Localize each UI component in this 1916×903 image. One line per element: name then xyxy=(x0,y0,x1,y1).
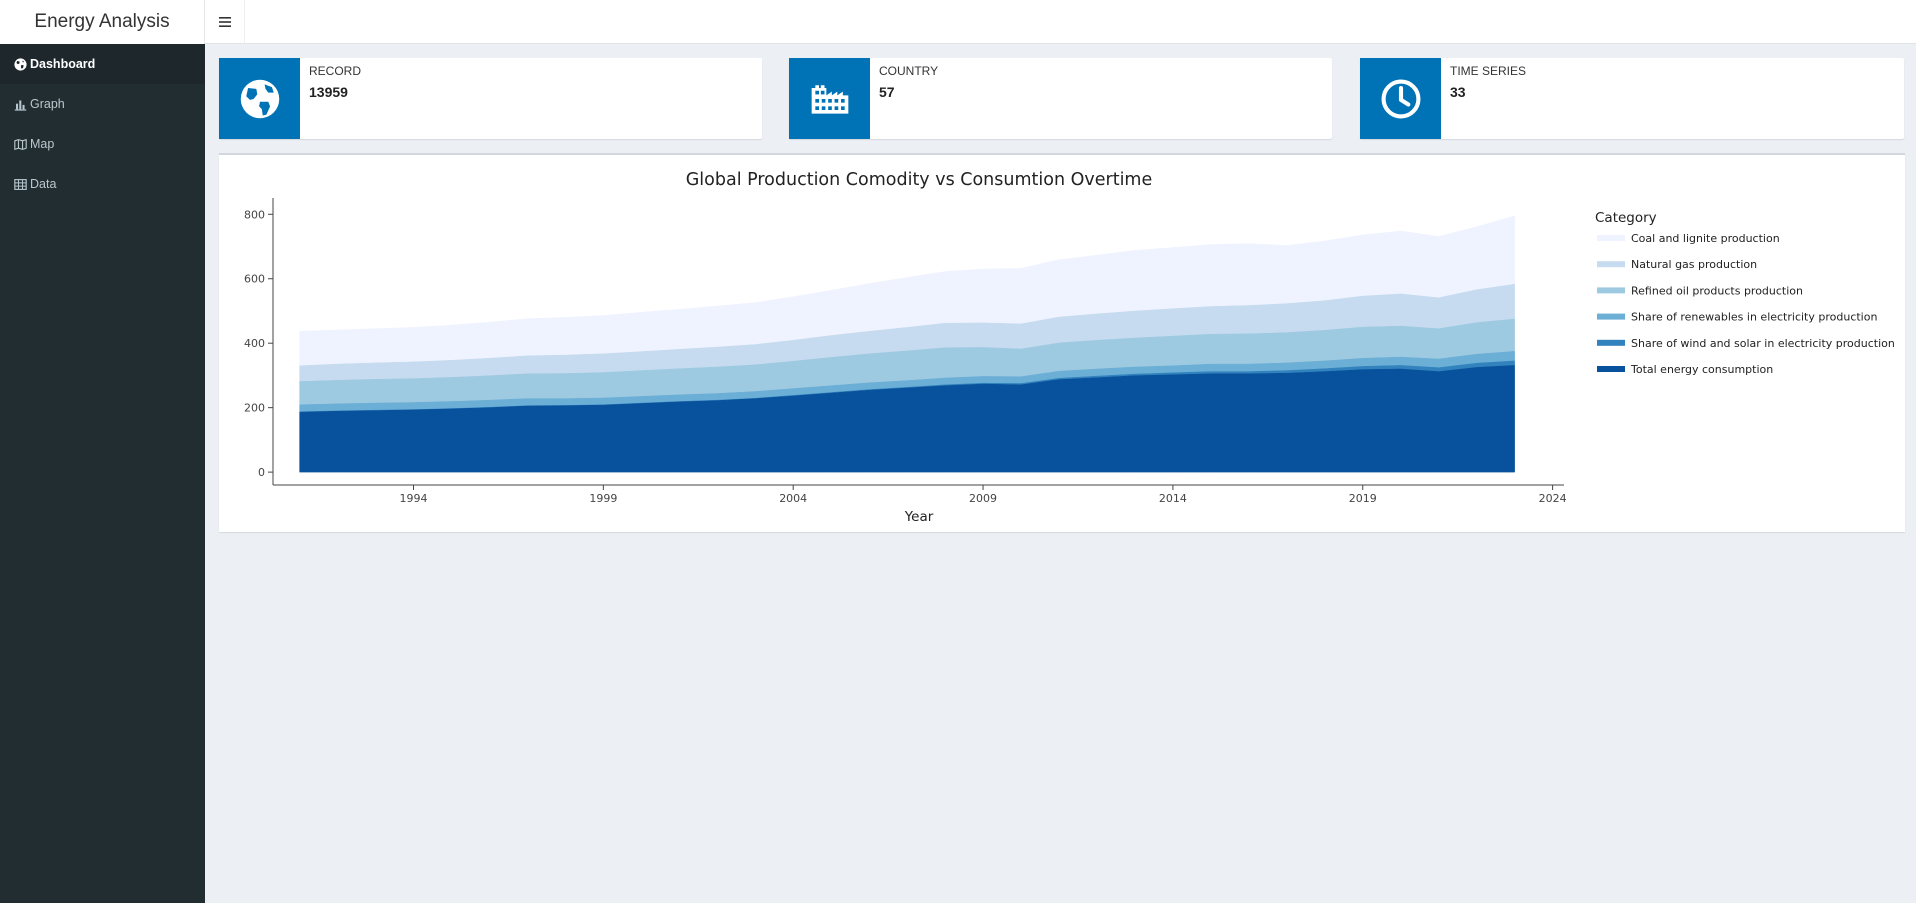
info-box-time-series: TIME SERIES 33 xyxy=(1360,58,1904,139)
legend-label: Refined oil products production xyxy=(1631,284,1803,297)
legend-title: Category xyxy=(1595,210,1657,226)
stacked-area-chart[interactable]: Global Production Comodity vs Consumtion… xyxy=(219,155,1905,532)
globe-icon xyxy=(14,57,27,71)
app-title[interactable]: Energy Analysis xyxy=(0,0,205,44)
legend-swatch xyxy=(1597,339,1625,346)
x-tick-label: 1994 xyxy=(399,492,427,505)
legend-swatch xyxy=(1597,261,1625,268)
legend-swatch xyxy=(1597,287,1625,294)
legend[interactable]: Category Coal and lignite production Natu… xyxy=(1595,210,1895,376)
legend-item[interactable]: Refined oil products production xyxy=(1597,284,1803,297)
legend-swatch xyxy=(1597,366,1625,372)
x-tick-label: 2009 xyxy=(969,492,997,505)
legend-item[interactable]: Total energy consumption xyxy=(1597,363,1773,376)
y-tick-label: 400 xyxy=(244,337,265,350)
industry-icon xyxy=(811,84,848,114)
legend-label: Share of wind and solar in electricity p… xyxy=(1631,337,1895,350)
legend-label: Coal and lignite production xyxy=(1631,232,1780,245)
legend-item[interactable]: Coal and lignite production xyxy=(1597,232,1780,245)
legend-label: Share of renewables in electricity produ… xyxy=(1631,311,1877,324)
x-tick-label: 2024 xyxy=(1539,492,1567,505)
x-tick-label: 2019 xyxy=(1349,492,1377,505)
sidebar-item-label: Dashboard xyxy=(30,57,96,71)
y-tick-label: 600 xyxy=(244,273,265,286)
sidebar-item-data[interactable]: Data xyxy=(0,164,205,204)
info-box-icon xyxy=(789,58,870,139)
sidebar-item-graph[interactable]: Graph xyxy=(0,84,205,124)
legend-item[interactable]: Share of wind and solar in electricity p… xyxy=(1597,337,1895,350)
sidebar: Dashboard Graph Map Data xyxy=(0,44,205,903)
y-tick-label: 800 xyxy=(244,208,265,221)
legend-label: Natural gas production xyxy=(1631,258,1757,271)
info-box-value: 33 xyxy=(1450,84,1466,100)
info-box-icon xyxy=(1360,58,1441,139)
info-box-country: COUNTRY 57 xyxy=(789,58,1332,139)
sidebar-item-map[interactable]: Map xyxy=(0,124,205,164)
sidebar-item-dashboard[interactable]: Dashboard xyxy=(0,44,205,84)
legend-item[interactable]: Natural gas production xyxy=(1597,258,1757,271)
x-tick-label: 2014 xyxy=(1159,492,1187,505)
plot-area xyxy=(299,215,1515,473)
legend-item[interactable]: Share of renewables in electricity produ… xyxy=(1597,311,1877,324)
sidebar-item-label: Graph xyxy=(30,97,65,111)
y-tick-label: 0 xyxy=(258,466,265,479)
chart-panel: Global Production Comodity vs Consumtion… xyxy=(219,153,1905,532)
x-tick-label: 2004 xyxy=(779,492,807,505)
info-box-record: RECORD 13959 xyxy=(219,58,762,139)
info-box-value: 13959 xyxy=(309,84,348,100)
sidebar-item-label: Data xyxy=(30,177,57,191)
globe-icon xyxy=(240,79,279,118)
info-box-icon xyxy=(219,58,300,139)
sidebar-item-label: Map xyxy=(30,137,55,151)
y-tick-label: 200 xyxy=(244,402,265,415)
info-box-label: RECORD xyxy=(309,64,362,78)
map-icon xyxy=(14,138,27,150)
legend-swatch xyxy=(1597,313,1625,320)
x-tick-label: 1999 xyxy=(589,492,617,505)
bar-chart-icon xyxy=(14,99,27,111)
info-box-label: COUNTRY xyxy=(879,64,939,78)
info-box-label: TIME SERIES xyxy=(1450,64,1527,78)
legend-swatch xyxy=(1597,235,1625,241)
legend-label: Total energy consumption xyxy=(1630,363,1773,376)
table-icon xyxy=(14,178,27,190)
x-axis-title: Year xyxy=(904,509,934,525)
clock-icon xyxy=(1381,79,1420,118)
hamburger-icon xyxy=(218,17,231,27)
chart-title: Global Production Comodity vs Consumtion… xyxy=(686,170,1153,190)
info-box-value: 57 xyxy=(879,84,895,100)
sidebar-toggle-button[interactable] xyxy=(205,0,245,44)
top-navbar: Energy Analysis xyxy=(0,0,1916,44)
